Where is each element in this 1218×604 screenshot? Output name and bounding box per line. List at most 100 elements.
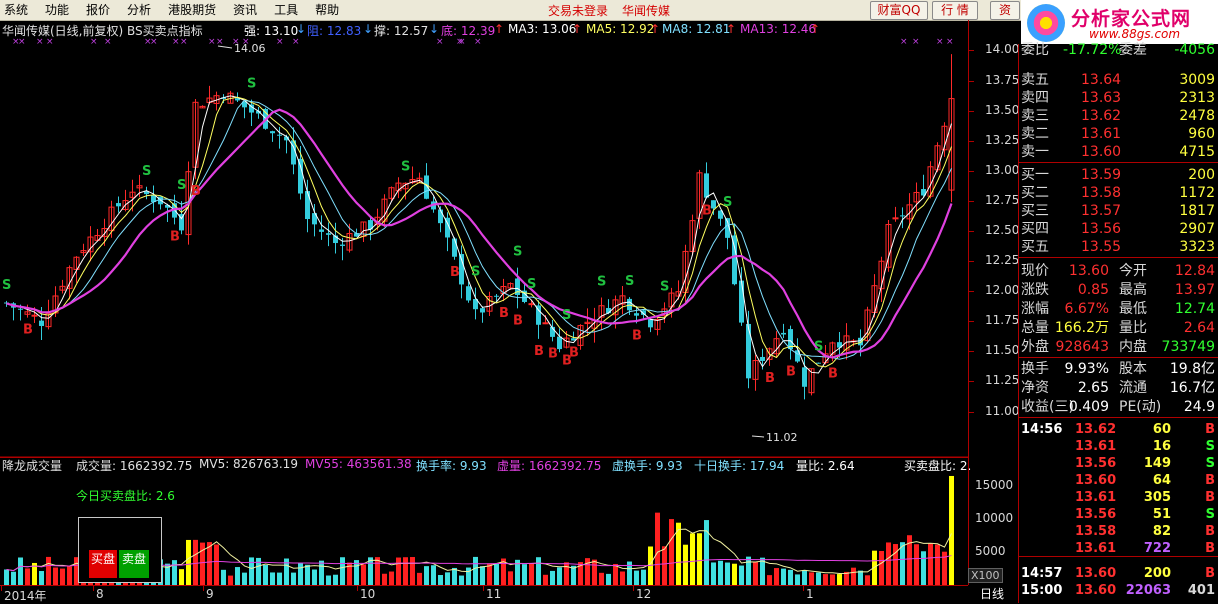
stat-value: 928643	[1055, 339, 1109, 355]
info-button[interactable]: 资	[990, 1, 1020, 20]
stat-label: 量比	[1119, 320, 1147, 336]
volume-bar	[312, 569, 317, 586]
buy-signal-marker: B	[569, 346, 579, 361]
tick-row: 13.58 82 B	[1019, 523, 1218, 540]
candlestick-chart[interactable]: SSSSSSSSSS S SSSBBBBB BB B BBBBB B B14.0611.02×…	[0, 20, 968, 457]
tick-row: 13.56 149 S	[1019, 455, 1218, 472]
top-event-marker: ×	[292, 37, 300, 47]
sell-signal-marker: S	[2, 278, 11, 293]
menu-function[interactable]: 功能	[45, 2, 69, 18]
stat-value: 6.67%	[1064, 301, 1109, 317]
date-tick-label: 2014年	[4, 589, 47, 603]
tick-volume: 16	[1152, 439, 1171, 454]
volume-bar	[277, 572, 282, 586]
stat-label: 总量	[1021, 320, 1049, 336]
fund-label: 流通	[1119, 380, 1147, 396]
volume-bar	[431, 565, 436, 586]
stat-value: 13.97	[1174, 282, 1215, 298]
price-tick-mark	[969, 50, 974, 52]
volume-bar	[655, 512, 660, 586]
date-axis: 2014年 8 9 10 11 12 1	[0, 585, 968, 604]
volume-bar	[214, 544, 219, 586]
volume-bar	[291, 572, 296, 586]
candle-body-down	[305, 191, 310, 220]
volume-bar	[725, 562, 730, 586]
volume-tick-label: 5000	[975, 543, 1006, 558]
menu-system[interactable]: 系统	[4, 2, 28, 18]
volume-bar	[774, 568, 779, 586]
volume-bar	[403, 557, 408, 586]
tick-volume: 64	[1152, 473, 1171, 488]
caifu-qq-button[interactable]: 财富QQ	[870, 1, 928, 20]
top-event-marker: ×	[900, 37, 908, 47]
volume-bar	[263, 565, 268, 586]
price-tick-label: 12.25	[985, 253, 1020, 268]
tick-row: 14:57 13.60 200 B	[1019, 565, 1218, 582]
date-tick-mark	[633, 586, 634, 591]
volume-bar	[935, 544, 940, 586]
stat-label: 涨跌	[1021, 282, 1049, 298]
price-tick-label: 12.75	[985, 192, 1020, 207]
menu-news[interactable]: 资讯	[233, 2, 257, 18]
bid-row: 买三 13.57 1817	[1019, 202, 1218, 220]
stat-value: 0.85	[1077, 282, 1109, 298]
price-axis: 14.00 13.75 13.50 13.25 13.00 12.75 12.50 12.25…	[968, 20, 1019, 457]
menu-analysis[interactable]: 分析	[127, 2, 151, 18]
volume-bar	[732, 563, 737, 586]
divider-line	[1019, 417, 1218, 418]
volume-bar	[235, 567, 240, 586]
divider-line	[1019, 162, 1218, 163]
tick-volume: 60	[1152, 422, 1171, 437]
menu-hk-futures[interactable]: 港股期货	[168, 2, 216, 18]
tick-volume: 82	[1152, 524, 1171, 539]
candle-body-down	[704, 173, 709, 198]
ask-label: 卖三	[1021, 108, 1049, 124]
volume-bar	[60, 568, 65, 586]
ma13-line	[6, 108, 953, 359]
volume-bar	[424, 566, 429, 586]
login-status[interactable]: 交易未登录	[548, 2, 608, 19]
top-event-marker: ×	[936, 37, 944, 47]
sell-signal-marker: S	[660, 279, 669, 294]
tick-time: 14:57	[1021, 566, 1063, 581]
menu-help[interactable]: 帮助	[315, 2, 339, 18]
ask-price: 13.63	[1081, 90, 1122, 106]
stat-row: 外盘 928643 内盘 733749	[1019, 338, 1218, 356]
period-label[interactable]: 日线	[980, 585, 1004, 602]
sell-label: 卖盘	[119, 550, 149, 578]
volume-bar	[270, 572, 275, 586]
top-event-marker: ×	[946, 37, 954, 47]
volume-bar	[641, 569, 646, 586]
volume-bar	[508, 571, 513, 586]
volume-bar	[809, 572, 814, 586]
volume-bar	[305, 564, 310, 586]
sell-signal-marker: S	[142, 164, 151, 179]
quote-panel: 委比 -17.72% 委差 -4056 卖五 13.64 3009 卖四 13.63 2313 卖三…	[1018, 42, 1218, 603]
tick-direction: B	[1205, 541, 1215, 556]
order-ratio-value: -17.72%	[1063, 42, 1122, 58]
low-annotation-pointer	[751, 435, 765, 438]
bid-row: 买一 13.59 200	[1019, 166, 1218, 184]
volume-bar	[816, 572, 821, 586]
volume-bar	[711, 562, 716, 586]
volume-bar	[648, 546, 653, 586]
price-tick-label: 11.50	[985, 343, 1020, 358]
stat-row: 总量 166.2万 量比 2.64	[1019, 319, 1218, 337]
top-event-marker: ×	[36, 37, 44, 47]
volume-bar	[928, 543, 933, 586]
volume-bar	[788, 569, 793, 586]
menu-tools[interactable]: 工具	[274, 2, 298, 18]
volume-bar	[375, 557, 380, 586]
price-tick-mark	[969, 291, 974, 293]
top-event-marker: ×	[180, 37, 188, 47]
quote-button[interactable]: 行 情	[932, 1, 978, 20]
volume-bar	[746, 556, 751, 586]
volume-bar	[298, 563, 303, 586]
bid-price: 13.59	[1081, 167, 1122, 183]
volume-bar	[522, 564, 527, 586]
menu-quote[interactable]: 报价	[86, 2, 110, 18]
stat-label: 最低	[1119, 301, 1147, 317]
price-tick-mark	[969, 411, 974, 413]
top-event-marker: ×	[90, 37, 98, 47]
top-event-marker: ×	[216, 37, 224, 47]
